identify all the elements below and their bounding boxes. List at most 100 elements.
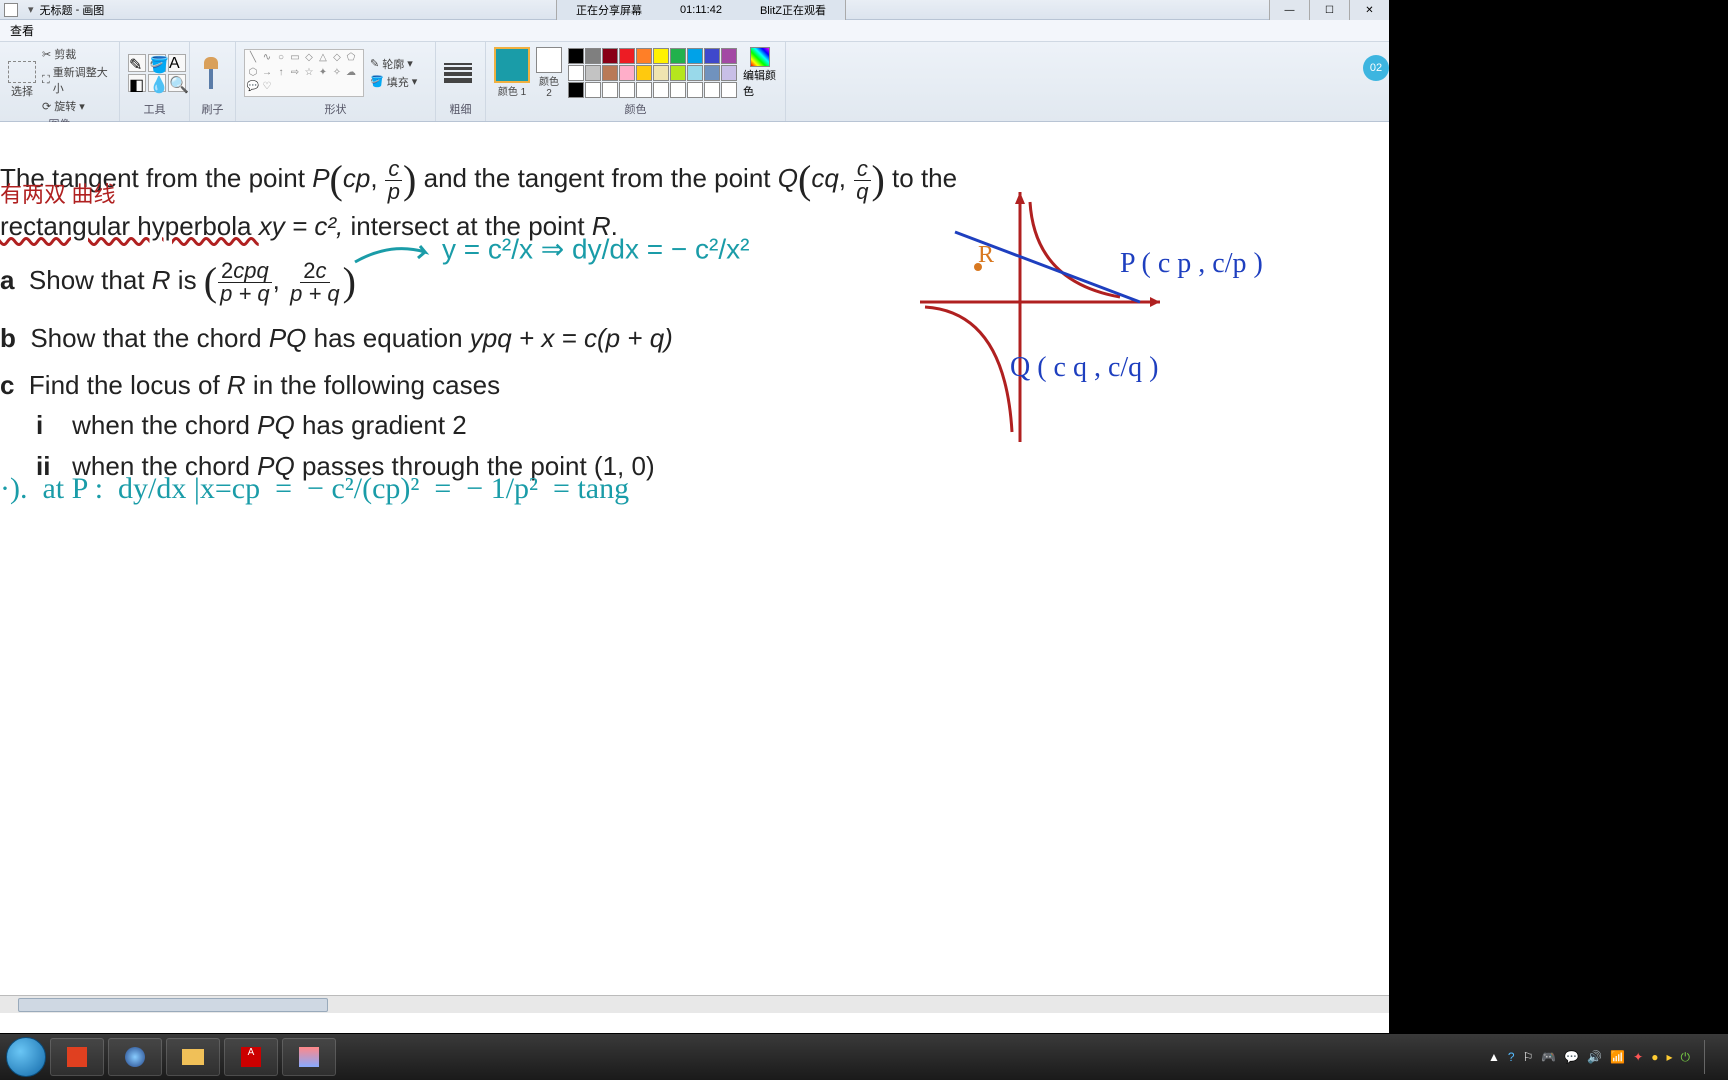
shapes-gallery[interactable]: ╲∿○▭◇△ ◇⬠⬡→↑⇨ ☆✦✧☁💬♡ (244, 49, 364, 97)
resize-button[interactable]: ⛶ 重新调整大小 (42, 64, 111, 96)
palette-color[interactable] (653, 48, 669, 64)
eraser-tool[interactable]: ◧ (128, 74, 146, 92)
color1-swatch[interactable]: 颜色 1 (494, 47, 530, 98)
screen-share-bar: 正在分享屏幕 01:11:42 BlitZ正在观看 (556, 0, 846, 20)
tray-power-icon[interactable]: ⏻ (1681, 1050, 1691, 1065)
share-watcher: BlitZ正在观看 (760, 2, 826, 18)
palette-color[interactable] (721, 82, 737, 98)
tray-misc-icon[interactable]: ● (1651, 1050, 1658, 1064)
palette-color[interactable] (704, 48, 720, 64)
fill-tool[interactable]: 🪣 (148, 54, 166, 72)
color2-swatch[interactable]: 颜色 2 (536, 47, 562, 99)
brushes-button[interactable] (198, 57, 224, 89)
tray-net-icon[interactable]: 📶 (1610, 1050, 1625, 1064)
palette-color[interactable] (619, 48, 635, 64)
hyperbola-graph (900, 172, 1260, 452)
group-thickness-label: 粗细 (444, 99, 477, 121)
palette-color[interactable] (602, 82, 618, 98)
shape-fill[interactable]: 🪣 填充 ▾ (370, 74, 417, 90)
group-tools-label: 工具 (128, 99, 181, 121)
taskbar-app-explorer[interactable] (166, 1038, 220, 1076)
select-tool[interactable]: 选择 (8, 61, 36, 99)
palette-color[interactable] (568, 48, 584, 64)
qat-dropdown[interactable]: ▾ (28, 3, 34, 16)
menubar: 查看 (0, 20, 1389, 42)
group-shapes-label: 形状 (244, 99, 427, 121)
thickness-button[interactable] (444, 63, 472, 83)
magnify-tool[interactable]: 🔍 (168, 74, 186, 92)
app-name: 画图 (82, 2, 104, 18)
pencil-tool[interactable]: ✎ (128, 54, 146, 72)
graph-point-P: P ( c p , c/p ) (1120, 248, 1263, 280)
palette-color[interactable] (585, 82, 601, 98)
share-status: 正在分享屏幕 (576, 2, 642, 18)
palette-color[interactable] (636, 48, 652, 64)
problem-text: The tangent from the point P(cp, cp) and… (0, 152, 957, 484)
palette-color[interactable] (687, 48, 703, 64)
ribbon: 选择 ✂ 剪裁 ⛶ 重新调整大小 ⟳ 旋转 ▾ 图像 ✎ 🪣 A ◧ 💧 🔍 (0, 42, 1389, 122)
color-palette[interactable] (568, 48, 737, 98)
palette-color[interactable] (619, 65, 635, 81)
taskbar-app-adobe[interactable]: A (224, 1038, 278, 1076)
minimize-button[interactable]: — (1269, 0, 1309, 20)
palette-color[interactable] (670, 82, 686, 98)
group-brush-label: 刷子 (198, 99, 227, 121)
palette-color[interactable] (721, 65, 737, 81)
tray-av-icon[interactable]: ✦ (1633, 1050, 1643, 1064)
graph-point-R: R (978, 242, 994, 269)
red-annotation: 有两双 曲线 (0, 177, 116, 209)
tray-vol-icon[interactable]: 🔊 (1587, 1050, 1602, 1064)
tray-game-icon[interactable]: 🎮 (1541, 1050, 1556, 1064)
palette-color[interactable] (670, 48, 686, 64)
palette-color[interactable] (585, 65, 601, 81)
picker-tool[interactable]: 💧 (148, 74, 166, 92)
palette-color[interactable] (602, 65, 618, 81)
shape-outline[interactable]: ✎ 轮廓 ▾ (370, 56, 417, 72)
doc-title: 无标题 (40, 2, 73, 18)
show-desktop[interactable] (1704, 1040, 1714, 1074)
crop-button[interactable]: ✂ 剪裁 (42, 46, 111, 62)
palette-color[interactable] (670, 65, 686, 81)
maximize-button[interactable]: ☐ (1309, 0, 1349, 20)
system-tray[interactable]: ▲ ? ⚐ 🎮 💬 🔊 📶 ✦ ● ▸ ⏻ (1488, 1040, 1722, 1074)
palette-color[interactable] (704, 82, 720, 98)
paint-canvas[interactable]: The tangent from the point P(cp, cp) and… (0, 122, 1389, 1012)
palette-color[interactable] (653, 82, 669, 98)
graph-point-Q: Q ( c q , c/q ) (1010, 352, 1159, 384)
tray-icon[interactable]: ▲ (1488, 1050, 1500, 1064)
derivative-annotation: y = c²/x ⇒ dy/dx = − c²/x² (350, 232, 749, 272)
notification-badge[interactable]: 02 (1363, 55, 1389, 81)
palette-color[interactable] (568, 65, 584, 81)
taskbar-app-foxit[interactable] (50, 1038, 104, 1076)
tray-chevron-icon[interactable]: ▸ (1666, 1050, 1672, 1064)
app-icon (4, 3, 18, 17)
scrollbar-thumb[interactable] (18, 998, 328, 1012)
palette-color[interactable] (721, 48, 737, 64)
palette-color[interactable] (636, 82, 652, 98)
palette-color[interactable] (687, 65, 703, 81)
palette-color[interactable] (687, 82, 703, 98)
palette-color[interactable] (704, 65, 720, 81)
rotate-button[interactable]: ⟳ 旋转 ▾ (42, 98, 111, 114)
palette-color[interactable] (568, 82, 584, 98)
tray-flag-icon[interactable]: ⚐ (1523, 1050, 1534, 1064)
tray-chat-icon[interactable]: 💬 (1564, 1050, 1579, 1064)
palette-color[interactable] (636, 65, 652, 81)
menu-view[interactable]: 查看 (10, 22, 34, 39)
tray-help-icon[interactable]: ? (1508, 1050, 1515, 1064)
close-button[interactable]: ✕ (1349, 0, 1389, 20)
taskbar[interactable]: A ▲ ? ⚐ 🎮 💬 🔊 📶 ✦ ● ▸ ⏻ (0, 1034, 1728, 1080)
group-colors-label: 颜色 (494, 99, 777, 121)
palette-color[interactable] (653, 65, 669, 81)
palette-color[interactable] (602, 48, 618, 64)
taskbar-app-browser[interactable] (108, 1038, 162, 1076)
edit-colors-button[interactable]: 编辑颜色 (743, 47, 777, 99)
share-time: 01:11:42 (680, 4, 722, 16)
palette-color[interactable] (619, 82, 635, 98)
start-button[interactable] (6, 1037, 46, 1077)
text-tool[interactable]: A (168, 54, 186, 72)
work-annotation: ·). at P : dy/dx |x=cp = − c²/(cp)² = − … (0, 472, 629, 506)
horizontal-scrollbar[interactable] (0, 995, 1389, 1013)
taskbar-app-paint[interactable] (282, 1038, 336, 1076)
palette-color[interactable] (585, 48, 601, 64)
